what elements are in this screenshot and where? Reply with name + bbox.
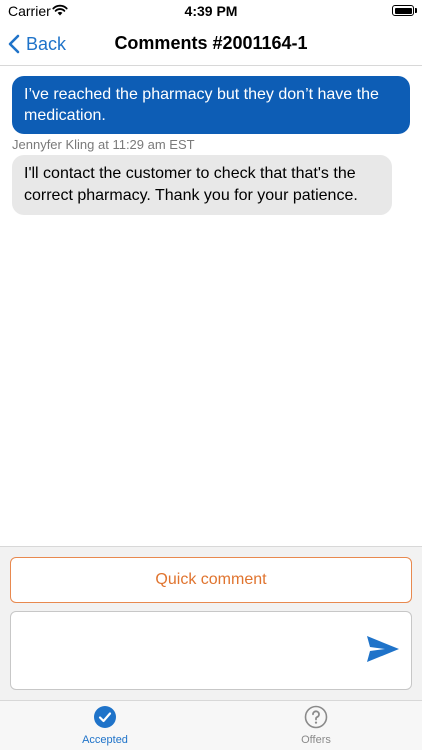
battery-tip [415, 8, 417, 13]
send-icon [367, 636, 399, 662]
outgoing-message-bubble: I’ve reached the pharmacy but they don’t… [12, 76, 410, 134]
battery-icon [392, 5, 414, 16]
status-time: 4:39 PM [184, 3, 238, 19]
comment-box [10, 611, 412, 690]
comment-composer: Quick comment [0, 546, 422, 700]
comment-input[interactable] [21, 622, 365, 684]
status-bar: Carrier 4:39 PM [0, 0, 422, 22]
tab-bar: Accepted Offers [0, 700, 422, 750]
question-circle-icon [304, 705, 328, 729]
page-title: Comments #2001164-1 [114, 33, 308, 53]
message-list[interactable]: I’ve reached the pharmacy but they don’t… [0, 66, 422, 546]
navigation-bar: Back Comments #2001164-1 [0, 22, 422, 66]
quick-comment-button[interactable]: Quick comment [10, 557, 412, 603]
tab-accepted-label: Accepted [82, 734, 128, 746]
tab-accepted[interactable]: Accepted [45, 705, 165, 751]
incoming-message-bubble: I'll contact the customer to check that … [12, 155, 392, 215]
tab-offers-label: Offers [301, 734, 331, 746]
checkmark-circle-icon [94, 706, 116, 728]
send-button[interactable] [365, 634, 401, 664]
tab-offers[interactable]: Offers [256, 705, 376, 751]
message-sender-info: Jennyfer Kling at 11:29 am EST [12, 137, 195, 152]
